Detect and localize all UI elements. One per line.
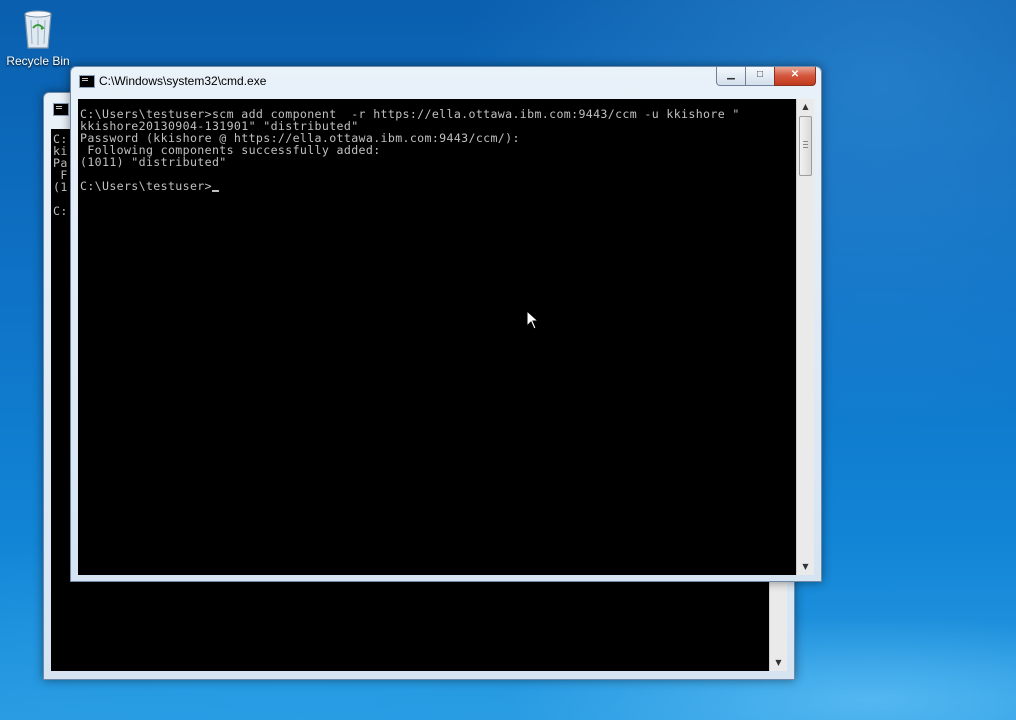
scroll-down-arrow-icon[interactable]: ▼ xyxy=(770,655,787,671)
close-button[interactable]: ✕ xyxy=(774,67,816,86)
cmd-window-titlebar[interactable]: C:\Windows\system32\cmd.exe ▁ □ ✕ xyxy=(71,67,821,95)
recycle-bin-icon xyxy=(21,6,55,50)
cmd-window[interactable]: C:\Windows\system32\cmd.exe ▁ □ ✕ C:\Use… xyxy=(70,66,822,582)
scroll-down-arrow-icon[interactable]: ▼ xyxy=(797,559,814,575)
console-output[interactable]: C:\Users\testuser>scm add component -r h… xyxy=(78,99,796,575)
console-scrollbar[interactable]: ▲ ▼ xyxy=(796,99,814,575)
cmd-icon xyxy=(53,103,69,116)
maximize-button[interactable]: □ xyxy=(745,67,775,86)
window-title: C:\Windows\system32\cmd.exe xyxy=(99,74,267,88)
mouse-pointer-icon xyxy=(526,310,540,330)
text-cursor xyxy=(211,190,219,192)
recycle-bin-label: Recycle Bin xyxy=(6,54,70,68)
console-text: C:\Users\testuser>scm add component -r h… xyxy=(80,107,740,193)
recycle-bin-shortcut[interactable]: Recycle Bin xyxy=(6,6,70,68)
minimize-button[interactable]: ▁ xyxy=(716,67,746,86)
cmd-icon xyxy=(79,75,95,88)
scroll-up-arrow-icon[interactable]: ▲ xyxy=(797,99,814,115)
scrollbar-thumb[interactable] xyxy=(799,116,812,176)
